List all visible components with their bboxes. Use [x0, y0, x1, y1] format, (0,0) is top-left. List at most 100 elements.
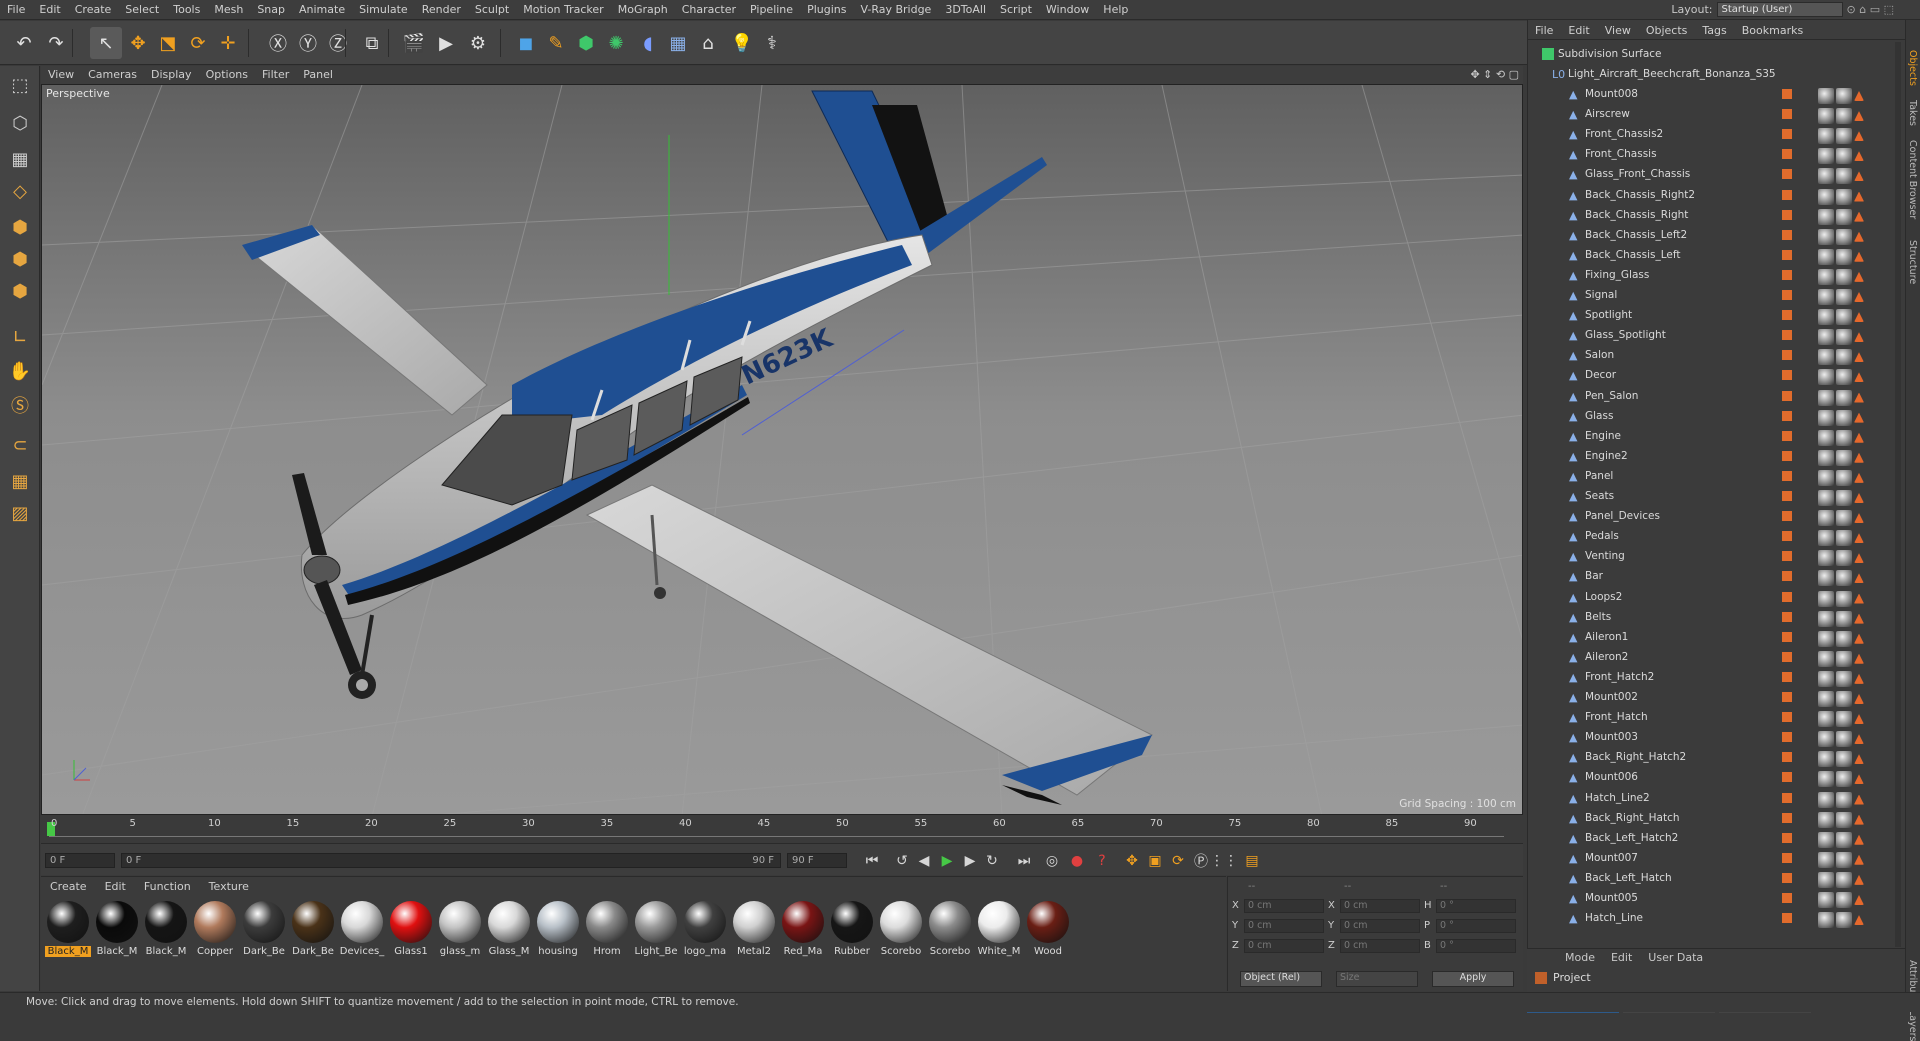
x-axis-icon[interactable]: Ⓧ [262, 27, 294, 59]
material-tag-icon[interactable] [1836, 228, 1852, 245]
viewport-menu-options[interactable]: Options [199, 66, 255, 83]
object-row[interactable]: ▲ Front_Hatch [1528, 708, 1896, 728]
material-swatch[interactable]: Scorebo [878, 901, 924, 963]
material-tag-icon[interactable] [1854, 292, 1864, 302]
material-tag-icon[interactable] [1836, 731, 1852, 748]
material-tag-icon[interactable] [1818, 670, 1834, 687]
material-tag-icon[interactable] [1854, 111, 1864, 122]
object-row[interactable]: Subdivision Surface [1528, 45, 1896, 65]
next-keyframe-icon[interactable]: ↻ [981, 850, 1003, 872]
material-tag-icon[interactable] [1836, 148, 1852, 165]
material-tag-icon[interactable] [1818, 490, 1834, 506]
record-icon[interactable]: ● [1066, 850, 1088, 872]
material-tag-icon[interactable] [1818, 912, 1834, 929]
material-tag-icon[interactable] [1818, 791, 1834, 808]
menu-item-create[interactable]: Create [68, 0, 119, 20]
next-frame-icon[interactable]: ▶ [959, 850, 981, 872]
coord-value-field[interactable]: 0 cm [1244, 899, 1324, 913]
material-tag-icon[interactable] [1854, 593, 1864, 604]
material-tag-icon[interactable] [1818, 630, 1834, 647]
material-tag-icon[interactable] [1818, 148, 1834, 165]
material-tag-icon[interactable] [1854, 412, 1864, 423]
material-tag-icon[interactable] [1818, 550, 1834, 567]
object-row[interactable]: ▲ Glass [1528, 407, 1896, 427]
camera-icon[interactable]: ⌂ [692, 27, 724, 59]
object-row[interactable]: ▲ Glass_Spotlight [1528, 326, 1896, 346]
material-tag-icon[interactable] [1854, 533, 1864, 544]
coord-value-field[interactable]: 0 cm [1340, 919, 1420, 933]
key-rotate-icon[interactable]: ⟳ [1167, 850, 1189, 872]
coord-value-field[interactable]: 0 cm [1340, 939, 1420, 953]
object-row[interactable]: ▲ Back_Right_Hatch2 [1528, 748, 1896, 768]
object-row[interactable]: ▲ Seats [1528, 487, 1896, 507]
material-tag-icon[interactable] [1836, 892, 1852, 908]
object-row[interactable]: ▲ Back_Left_Hatch [1528, 869, 1896, 889]
deformer-icon[interactable]: ◖ [632, 27, 664, 59]
material-tag-icon[interactable] [1854, 131, 1864, 142]
object-row[interactable]: ▲ Back_Right_Hatch [1528, 809, 1896, 829]
key-pla-icon[interactable]: ⋮⋮ [1210, 850, 1238, 872]
side-tab-objects[interactable]: Objects [1907, 50, 1918, 86]
material-tag-icon[interactable] [1854, 91, 1864, 101]
material-tag-icon[interactable] [1818, 510, 1834, 527]
material-tag-icon[interactable] [1836, 490, 1852, 506]
object-row[interactable]: ▲ Venting [1528, 547, 1896, 567]
object-row[interactable]: ▲ Glass_Front_Chassis [1528, 165, 1896, 185]
material-tag-icon[interactable] [1818, 429, 1834, 446]
object-row[interactable]: ▲ Panel_Devices [1528, 507, 1896, 527]
material-swatch[interactable]: Wood [1025, 901, 1071, 963]
material-tag-icon[interactable] [1818, 731, 1834, 748]
menu-item-script[interactable]: Script [993, 0, 1039, 20]
object-menu-tags[interactable]: Tags [1695, 20, 1734, 37]
material-tag-icon[interactable] [1818, 108, 1834, 125]
coord-size-dropdown[interactable]: Size [1336, 971, 1418, 987]
material-swatch[interactable]: Dark_Be [241, 901, 287, 963]
material-tag-icon[interactable] [1836, 871, 1852, 888]
material-tag-icon[interactable] [1854, 573, 1864, 584]
object-row[interactable]: ▲ Hatch_Line [1528, 909, 1896, 929]
material-tag-icon[interactable] [1836, 670, 1852, 687]
material-tag-icon[interactable] [1818, 389, 1834, 406]
material-tag-icon[interactable] [1818, 208, 1834, 225]
material-tag-icon[interactable] [1836, 188, 1852, 205]
material-swatch[interactable]: Black_M [94, 901, 140, 963]
object-row[interactable]: L0 Light_Aircraft_Beechcraft_Bonanza_S35 [1528, 65, 1896, 85]
end-frame-field[interactable]: 90 F [787, 853, 847, 868]
material-tag-icon[interactable] [1836, 711, 1852, 728]
object-row[interactable]: ▲ Loops2 [1528, 588, 1896, 608]
material-tag-icon[interactable] [1818, 168, 1834, 185]
material-tag-icon[interactable] [1836, 791, 1852, 808]
material-tag-icon[interactable] [1818, 369, 1834, 386]
menu-item-v-ray-bridge[interactable]: V-Ray Bridge [853, 0, 938, 20]
viewport-nav-icons[interactable]: ✥ ⇕ ⟲ ▢ [1470, 68, 1519, 81]
material-tag-icon[interactable] [1854, 633, 1864, 644]
menu-item-select[interactable]: Select [118, 0, 166, 20]
menu-item-render[interactable]: Render [415, 0, 468, 20]
menu-item-character[interactable]: Character [675, 0, 743, 20]
material-tag-icon[interactable] [1818, 811, 1834, 828]
material-tag-icon[interactable] [1818, 831, 1834, 848]
material-tag-icon[interactable] [1854, 874, 1864, 885]
object-row[interactable]: ▲ Mount005 [1528, 889, 1896, 909]
frame-range-slider[interactable]: 0 F 90 F [121, 853, 781, 868]
coord-value-field[interactable]: 0 ° [1436, 939, 1516, 953]
material-tag-icon[interactable] [1818, 711, 1834, 728]
material-tag-icon[interactable] [1854, 854, 1864, 865]
material-tag-icon[interactable] [1836, 751, 1852, 768]
object-row[interactable]: ▲ Back_Left_Hatch2 [1528, 829, 1896, 849]
timeline-window-icon[interactable]: ▤ [1241, 850, 1263, 872]
object-menu-bookmarks[interactable]: Bookmarks [1735, 20, 1811, 37]
object-row[interactable]: ▲ Signal [1528, 286, 1896, 306]
menu-item-help[interactable]: Help [1096, 0, 1135, 20]
object-row[interactable]: ▲ Back_Chassis_Left2 [1528, 226, 1896, 246]
material-swatch[interactable]: glass_m [437, 901, 483, 963]
previous-keyframe-icon[interactable]: ↺ [891, 850, 913, 872]
layout-dropdown[interactable]: Startup (User) [1716, 2, 1843, 17]
coord-value-field[interactable]: 0 cm [1244, 939, 1324, 953]
viewport-menu-view[interactable]: View [41, 66, 81, 83]
viewport-menu-cameras[interactable]: Cameras [81, 66, 144, 83]
material-tag-icon[interactable] [1818, 851, 1834, 868]
material-tag-icon[interactable] [1836, 168, 1852, 185]
material-tag-icon[interactable] [1836, 208, 1852, 225]
material-swatch[interactable]: Hrom [584, 901, 630, 963]
